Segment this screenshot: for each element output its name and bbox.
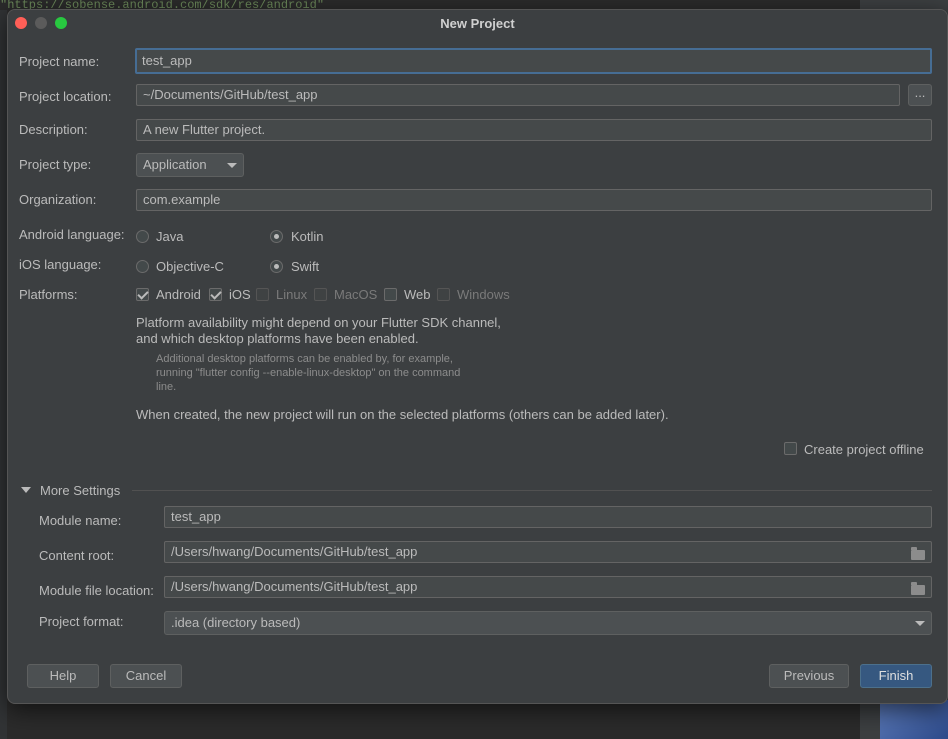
browse-location-button[interactable]: ... [908,84,932,106]
radio-java[interactable] [136,230,149,243]
radio-objective-c-label[interactable]: Objective-C [156,259,224,274]
platform-note-line1: Platform availability might depend on yo… [136,315,501,330]
cancel-button[interactable]: Cancel [110,664,182,688]
dialog-title: New Project [440,16,515,31]
platforms-label: Platforms: [19,287,78,302]
checkbox-web-label[interactable]: Web [404,287,431,302]
finish-button[interactable]: Finish [860,664,932,688]
radio-java-label[interactable]: Java [156,229,183,244]
dialog-titlebar: New Project [8,10,947,37]
platform-hint-line2: running "flutter config --enable-linux-d… [156,367,461,379]
ios-language-label: iOS language: [19,257,102,272]
checkbox-macos [314,288,327,301]
checkbox-android-label[interactable]: Android [156,287,201,302]
checkbox-linux-label: Linux [276,287,308,302]
radio-kotlin-label[interactable]: Kotlin [291,229,324,244]
checkbox-web[interactable] [384,288,397,301]
project-name-input[interactable]: test_app [135,48,932,74]
background-desktop-corner [880,700,948,739]
project-format-value: .idea (directory based) [171,615,301,630]
module-name-label: Module name: [39,513,122,528]
project-type-value: Application [143,157,207,172]
module-file-folder-icon[interactable] [911,582,925,595]
project-format-label: Project format: [39,614,124,629]
description-input[interactable]: A new Flutter project. [136,119,932,141]
create-offline-label[interactable]: Create project offline [804,442,924,457]
platform-hint-line3: line. [156,381,177,393]
radio-kotlin[interactable] [270,230,283,243]
checkbox-android[interactable] [136,288,149,301]
chevron-down-icon [227,163,237,168]
radio-objective-c[interactable] [136,260,149,273]
more-settings-title[interactable]: More Settings [40,483,120,498]
chevron-down-icon [915,621,925,626]
project-type-label: Project type: [19,157,92,172]
radio-swift[interactable] [270,260,283,273]
project-location-input[interactable]: ~/Documents/GitHub/test_app [136,84,900,106]
platform-created-note: When created, the new project will run o… [136,407,669,422]
content-root-label: Content root: [39,548,115,563]
module-file-location-input[interactable]: /Users/hwang/Documents/GitHub/test_app [164,576,932,598]
checkbox-windows-label: Windows [457,287,510,302]
checkbox-create-offline[interactable] [784,442,797,455]
project-type-dropdown[interactable]: Application [136,153,244,177]
content-root-input[interactable]: /Users/hwang/Documents/GitHub/test_app [164,541,932,563]
collapse-triangle-icon[interactable] [21,487,31,493]
more-settings-divider [132,490,932,491]
checkbox-linux [256,288,269,301]
platform-hint-line1: Additional desktop platforms can be enab… [156,353,453,365]
checkbox-macos-label: MacOS [334,287,378,302]
project-name-label: Project name: [19,54,100,69]
content-root-folder-icon[interactable] [911,547,925,560]
help-button[interactable]: Help [27,664,99,688]
project-location-label: Project location: [19,89,112,104]
checkbox-ios[interactable] [209,288,222,301]
checkbox-windows [437,288,450,301]
radio-swift-label[interactable]: Swift [291,259,319,274]
organization-label: Organization: [19,192,97,207]
checkbox-ios-label[interactable]: iOS [229,287,251,302]
platform-note-line2: and which desktop platforms have been en… [136,331,419,346]
description-label: Description: [19,122,88,137]
project-format-dropdown[interactable]: .idea (directory based) [164,611,932,635]
organization-input[interactable]: com.example [136,189,932,211]
new-project-dialog: New Project Project name: test_app Proje… [7,9,948,704]
background-gutter [0,10,7,739]
module-file-location-label: Module file location: [39,583,154,598]
module-name-input[interactable]: test_app [164,506,932,528]
android-language-label: Android language: [19,227,125,242]
previous-button[interactable]: Previous [769,664,849,688]
